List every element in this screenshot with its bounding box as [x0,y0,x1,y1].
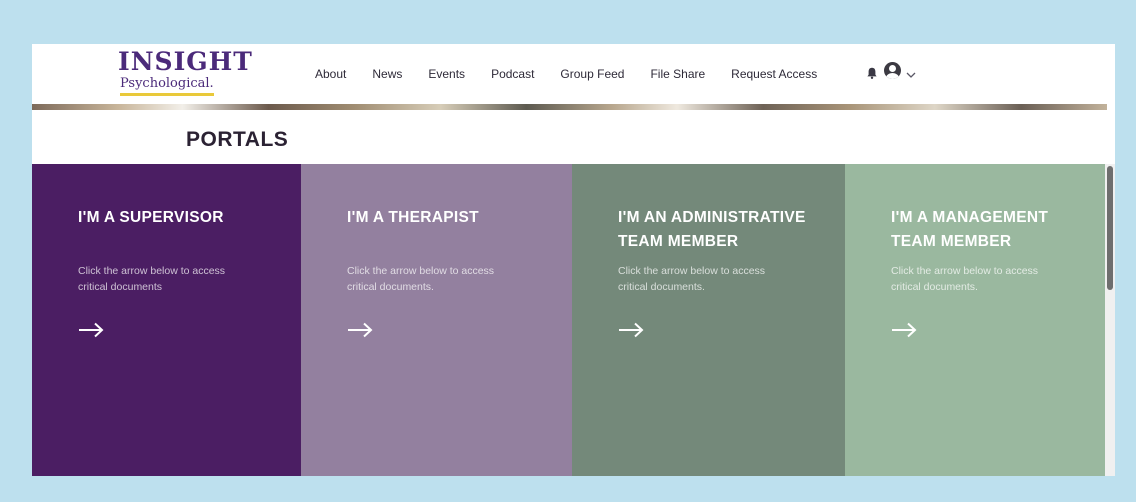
portal-title: I'M A MANAGEMENT TEAM MEMBER [891,209,1049,250]
page-title: PORTALS [186,128,289,151]
arrow-right-icon[interactable] [347,322,373,343]
arrow-right-icon[interactable] [891,322,917,343]
portal-description: Click the arrow below to access critical… [618,265,766,293]
chevron-down-icon[interactable] [906,66,916,84]
banner-photo-strip [32,104,1107,110]
portal-card-supervisor[interactable]: I'M A SUPERVISOR Click the arrow below t… [32,164,301,476]
portal-description: Click the arrow below to access critical… [78,265,226,293]
logo-wordmark: INSIGHT [118,47,253,76]
nav-request-access[interactable]: Request Access [731,67,817,81]
portal-description: Click the arrow below to access critical… [347,265,495,293]
portal-card-management[interactable]: I'M A MANAGEMENT TEAM MEMBER Click the a… [845,164,1107,476]
nav-file-share[interactable]: File Share [650,67,705,81]
portal-card-administrative[interactable]: I'M AN ADMINISTRATIVE TEAM MEMBER Click … [572,164,845,476]
bell-icon[interactable] [867,66,877,84]
browser-window: INSIGHT Psychological. About News Events… [32,44,1115,476]
portal-panels: I'M A SUPERVISOR Click the arrow below t… [32,164,1115,476]
scrollbar-thumb[interactable] [1107,166,1113,290]
portal-title: I'M A THERAPIST [347,209,479,226]
nav-group-feed[interactable]: Group Feed [560,67,624,81]
arrow-right-icon[interactable] [618,322,644,343]
nav-podcast[interactable]: Podcast [491,67,534,81]
portal-description: Click the arrow below to access critical… [891,265,1039,293]
portal-title: I'M AN ADMINISTRATIVE TEAM MEMBER [618,209,806,250]
portal-title: I'M A SUPERVISOR [78,209,224,226]
portal-card-therapist[interactable]: I'M A THERAPIST Click the arrow below to… [301,164,572,476]
main-nav: About News Events Podcast Group Feed Fil… [315,67,817,81]
avatar-icon[interactable] [884,62,901,79]
nav-events[interactable]: Events [428,67,465,81]
arrow-right-icon[interactable] [78,322,104,343]
site-logo[interactable]: INSIGHT Psychological. [118,49,253,96]
site-header: INSIGHT Psychological. About News Events… [32,44,1115,104]
nav-about[interactable]: About [315,67,346,81]
logo-subtitle: Psychological. [120,76,214,96]
nav-news[interactable]: News [372,67,402,81]
